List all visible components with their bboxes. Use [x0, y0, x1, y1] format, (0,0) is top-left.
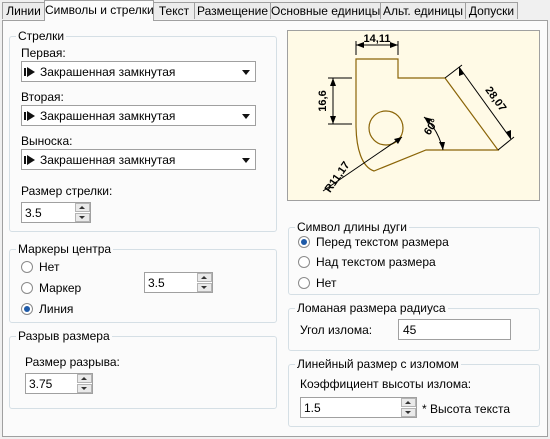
center-mark-none-label: Нет [39, 260, 60, 274]
tab-alternate-units[interactable]: Альт. единицы [380, 2, 466, 19]
tab-text[interactable]: Текст [153, 2, 195, 19]
spin-up-button[interactable] [75, 203, 90, 212]
leader-arrow-dropdown[interactable]: Закрашенная замкнутая [21, 149, 256, 170]
dim-text-left: 16,6 [317, 90, 329, 111]
radio-circle-selected [298, 236, 310, 248]
linear-jog-group-title: Линейный размер с изломом [295, 357, 461, 371]
leader-arrow-label: Выноска: [21, 134, 73, 148]
arc-above-text-label: Над текстом размера [316, 255, 436, 269]
break-size-stepper[interactable]: 3.75 [25, 373, 93, 394]
first-arrow-dropdown[interactable]: Закрашенная замкнутая [21, 61, 256, 82]
chevron-down-icon [242, 70, 250, 75]
jog-angle-label: Угол излома: [300, 323, 373, 337]
arrowheads [330, 42, 511, 150]
dimension-lines [322, 41, 515, 192]
closed-filled-arrow-icon [24, 155, 35, 165]
spin-down-button[interactable] [75, 213, 90, 222]
arrowheads-group-title: Стрелки [16, 29, 67, 43]
radio-circle-selected [21, 303, 33, 315]
spin-up-button[interactable] [197, 273, 212, 282]
spin-up-button[interactable] [77, 374, 92, 383]
arrow-size-value: 3.5 [25, 206, 42, 220]
jog-height-factor-value: 1.5 [304, 401, 321, 415]
closed-filled-arrow-icon [24, 111, 35, 121]
chevron-down-icon [242, 158, 250, 163]
second-arrow-dropdown[interactable]: Закрашенная замкнутая [21, 105, 256, 126]
arc-before-text-label: Перед текстом размера [316, 235, 449, 249]
preview-svg: 14,11 16,6 28,07 60° R11,17 [317, 33, 515, 195]
jog-height-factor-stepper[interactable]: 1.5 [300, 397, 417, 418]
first-arrow-value: Закрашенная замкнутая [40, 65, 176, 79]
spin-up-button[interactable] [401, 398, 416, 407]
dimension-break-group-title: Разрыв размера [16, 329, 112, 343]
spin-down-button[interactable] [77, 384, 92, 393]
tab-primary-units[interactable]: Основные единицы [270, 2, 381, 19]
dim-text-slant: 28,07 [482, 85, 508, 114]
tab-symbols-arrows[interactable]: Символы и стрелки [44, 0, 154, 21]
jog-angle-value: 45 [403, 323, 417, 337]
jog-height-suffix: * Высота текста [422, 402, 511, 416]
jog-angle-input[interactable]: 45 [398, 319, 511, 340]
radio-circle [21, 261, 33, 273]
center-mark-size-stepper[interactable]: 3.5 [144, 272, 213, 293]
second-arrow-label: Вторая: [21, 90, 64, 104]
arc-length-group-title: Символ длины дуги [295, 220, 409, 234]
spin-down-button[interactable] [401, 408, 416, 417]
spin-down-button[interactable] [197, 283, 212, 292]
center-mark-line-label: Линия [39, 302, 74, 316]
break-size-label: Размер разрыва: [25, 355, 120, 369]
preview-drawing: 14,11 16,6 28,07 60° R11,17 [287, 30, 540, 201]
chevron-down-icon [242, 114, 250, 119]
center-mark-size-value: 3.5 [148, 276, 165, 290]
center-marks-group-title: Маркеры центра [16, 242, 114, 256]
leader-arrow-value: Закрашенная замкнутая [40, 153, 176, 167]
first-arrow-label: Первая: [21, 46, 66, 60]
center-mark-mark-label: Маркер [39, 281, 82, 295]
tab-bar: Линии Символы и стрелки Текст Размещение… [0, 0, 550, 21]
arc-none-label: Нет [316, 276, 337, 290]
radius-jog-group-title: Ломаная размера радиуса [295, 301, 448, 315]
tab-lines[interactable]: Линии [2, 2, 45, 19]
arrow-size-label: Размер стрелки: [21, 184, 113, 198]
tab-tolerances[interactable]: Допуски [465, 2, 518, 19]
closed-filled-arrow-icon [24, 67, 35, 77]
dim-text-angle: 60° [422, 117, 441, 138]
radio-circle [298, 277, 310, 289]
radio-circle [298, 256, 310, 268]
break-size-value: 3.75 [29, 377, 53, 391]
tab-fit[interactable]: Размещение [194, 2, 271, 19]
second-arrow-value: Закрашенная замкнутая [40, 109, 176, 123]
dim-text-radius: R11,17 [323, 160, 353, 195]
arrow-size-stepper[interactable]: 3.5 [21, 202, 91, 223]
radio-circle [21, 282, 33, 294]
dim-text-top: 14,11 [364, 33, 391, 45]
jog-height-factor-label: Коэффициент высоты излома: [300, 377, 472, 391]
